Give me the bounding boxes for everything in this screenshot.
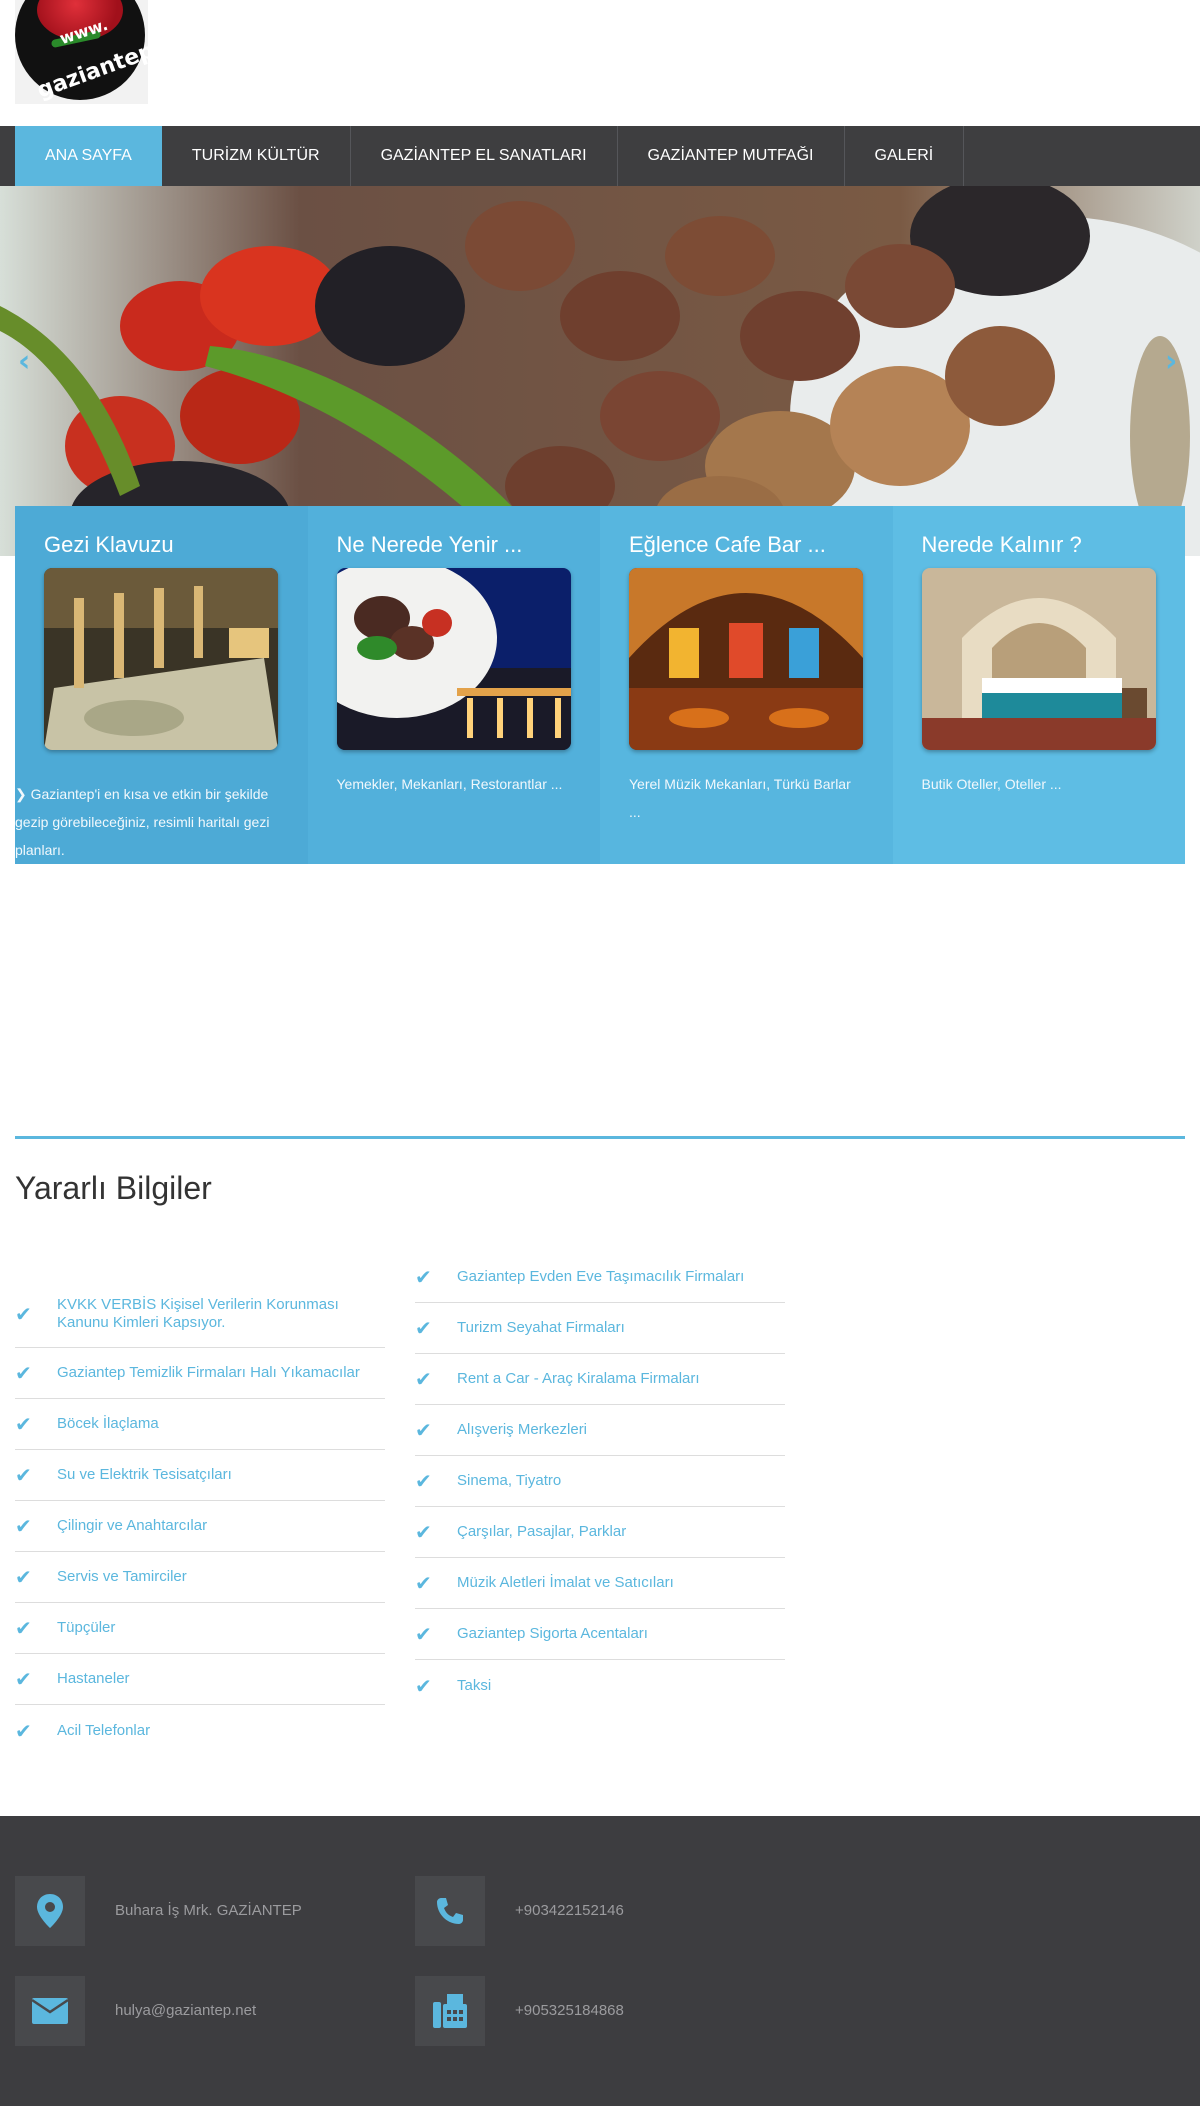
list-item[interactable]: ✔ Turizm Seyahat Firmaları (415, 1303, 785, 1354)
card-gezi-klavuzu[interactable]: Gezi Klavuzu ❯ Gaziantep'i en kısa ve et… (15, 506, 308, 864)
list-item[interactable]: ✔ Alışveriş Merkezleri (415, 1405, 785, 1456)
fax-icon (415, 1976, 485, 2046)
page: www. gaziantep.net ANA SAYFA TURİZM KÜLT… (0, 0, 1200, 2106)
footer: Buhara İş Mrk. GAZİANTEP +903422152146 h… (0, 1816, 1200, 2106)
check-icon: ✔ (415, 1520, 432, 1544)
list-item[interactable]: ✔ Böcek İlaçlama (15, 1399, 385, 1450)
check-icon: ✔ (15, 1361, 32, 1385)
footer-fax: +905325184868 (515, 2002, 624, 2019)
useful-links-left: ✔ KVKK VERBİS Kişisel Verilerin Korunması… (15, 1281, 385, 1756)
check-icon: ✔ (15, 1565, 32, 1589)
check-icon: ✔ (415, 1316, 432, 1340)
nav-item-turizm-kultur[interactable]: TURİZM KÜLTÜR (162, 126, 351, 186)
nav-item-ana-sayfa[interactable]: ANA SAYFA (15, 126, 162, 186)
check-icon: ✔ (415, 1673, 432, 1698)
list-item[interactable]: ✔ Müzik Aletleri İmalat ve Satıcıları (415, 1558, 785, 1609)
list-item[interactable]: ✔ Gaziantep Temizlik Firmaları Halı Yıkam… (15, 1348, 385, 1399)
slider-prev-arrow[interactable]: ‹ (18, 344, 30, 379)
card-title[interactable]: Eğlence Cafe Bar ... (629, 532, 864, 558)
list-item[interactable]: ✔ Çarşılar, Pasajlar, Parklar (415, 1507, 785, 1558)
check-icon: ✔ (15, 1514, 32, 1538)
card-image-food[interactable] (336, 568, 571, 750)
card-text: Butik Oteller, Oteller ... (921, 776, 1062, 792)
section-title-yararli-bilgiler: Yararlı Bilgiler (15, 1170, 212, 1206)
phone-icon (415, 1876, 485, 1946)
check-icon: ✔ (15, 1616, 32, 1640)
chevron-right-icon: ❯ (15, 786, 31, 802)
card-text: Yemekler, Mekanları, Restorantlar ... (336, 776, 563, 792)
main-navigation: ANA SAYFA TURİZM KÜLTÜR GAZİANTEP EL SAN… (0, 126, 1200, 186)
site-logo[interactable]: www. gaziantep.net (15, 0, 148, 104)
footer-address: Buhara İş Mrk. GAZİANTEP (115, 1902, 302, 1919)
hero-slider: ‹ › (0, 186, 1200, 556)
list-item[interactable]: ✔ Rent a Car - Araç Kiralama Firmaları (415, 1354, 785, 1405)
check-icon: ✔ (415, 1622, 432, 1646)
list-item[interactable]: ✔ Sinema, Tiyatro (415, 1456, 785, 1507)
nav-item-galeri[interactable]: GALERİ (845, 126, 965, 186)
check-icon: ✔ (415, 1571, 432, 1595)
check-icon: ✔ (415, 1469, 432, 1493)
nav-item-el-sanatlari[interactable]: GAZİANTEP EL SANATLARI (351, 126, 618, 186)
footer-phone[interactable]: +903422152146 (515, 1902, 624, 1919)
section-divider (15, 1136, 1185, 1139)
list-item[interactable]: ✔ Çilingir ve Anahtarcılar (15, 1501, 385, 1552)
list-item[interactable]: ✔ Taksi (415, 1660, 785, 1711)
list-item[interactable]: ✔ Gaziantep Sigorta Acentaları (415, 1609, 785, 1660)
nav-item-mutfak[interactable]: GAZİANTEP MUTFAĞI (618, 126, 845, 186)
check-icon: ✔ (415, 1367, 432, 1391)
check-icon: ✔ (15, 1463, 32, 1487)
check-icon: ✔ (15, 1412, 32, 1436)
list-item[interactable]: ✔ Hastaneler (15, 1654, 385, 1705)
check-icon: ✔ (15, 1718, 32, 1743)
list-item[interactable]: ✔ Tüpçüler (15, 1603, 385, 1654)
card-text: Yerel Müzik Mekanları, Türkü Barlar ... (629, 776, 851, 820)
list-item[interactable]: ✔ Acil Telefonlar (15, 1705, 385, 1756)
feature-cards: Gezi Klavuzu ❯ Gaziantep'i en kısa ve et… (15, 506, 1185, 864)
list-item[interactable]: ✔ KVKK VERBİS Kişisel Verilerin Korunması… (15, 1281, 385, 1348)
card-image-cafe[interactable] (629, 568, 863, 750)
list-item[interactable]: ✔ Su ve Elektrik Tesisatçıları (15, 1450, 385, 1501)
card-image-museum[interactable] (44, 568, 278, 750)
envelope-icon (15, 1976, 85, 2046)
list-item[interactable]: ✔ Gaziantep Evden Eve Taşımacılık Firmala… (415, 1252, 785, 1303)
card-eglence-cafe-bar[interactable]: Eğlence Cafe Bar ... Yerel Müzik Mekanla… (600, 506, 893, 864)
card-title[interactable]: Ne Nerede Yenir ... (337, 532, 572, 558)
hero-kebab-image (0, 186, 1200, 556)
map-marker-icon (15, 1876, 85, 1946)
check-icon: ✔ (15, 1667, 32, 1691)
check-icon: ✔ (415, 1265, 432, 1289)
card-ne-nerede-yenir[interactable]: Ne Nerede Yenir ... Yemekler, Mekanları,… (307, 506, 600, 864)
card-title[interactable]: Nerede Kalınır ? (922, 532, 1157, 558)
card-text: ❯ Gaziantep'i en kısa ve etkin bir şekil… (15, 786, 270, 858)
list-item[interactable]: ✔ Servis ve Tamirciler (15, 1552, 385, 1603)
card-image-hotel[interactable] (921, 568, 1156, 750)
useful-links-right: ✔ Gaziantep Evden Eve Taşımacılık Firmala… (415, 1252, 785, 1711)
check-icon: ✔ (415, 1418, 432, 1442)
check-icon: ✔ (15, 1302, 32, 1326)
footer-email[interactable]: hulya@gaziantep.net (115, 2002, 256, 2019)
card-title[interactable]: Gezi Klavuzu (44, 532, 279, 558)
slider-next-arrow[interactable]: › (1165, 344, 1177, 379)
card-nerede-kalinir[interactable]: Nerede Kalınır ? Butik Oteller, Oteller … (892, 506, 1185, 864)
